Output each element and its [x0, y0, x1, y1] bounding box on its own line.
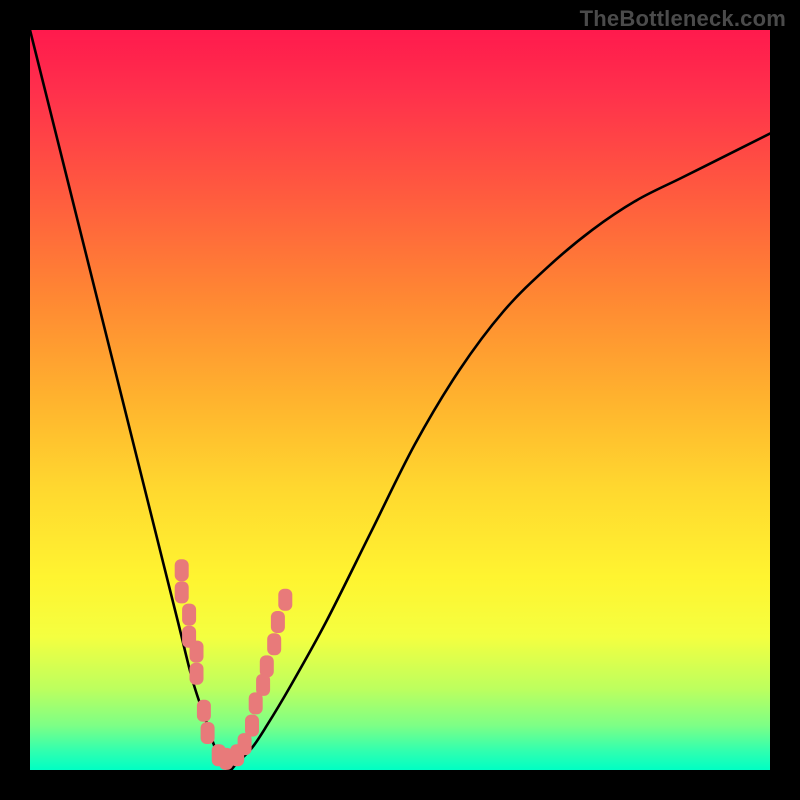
- marker-point: [230, 744, 244, 766]
- marker-point: [249, 692, 263, 714]
- marker-point: [271, 611, 285, 633]
- marker-point: [260, 655, 274, 677]
- marker-point: [278, 589, 292, 611]
- watermark-text: TheBottleneck.com: [580, 6, 786, 32]
- marker-point: [190, 663, 204, 685]
- marker-point: [190, 641, 204, 663]
- marker-point: [201, 722, 215, 744]
- plot-area: [30, 30, 770, 770]
- marker-point: [182, 626, 196, 648]
- marker-point: [175, 559, 189, 581]
- curve-layer: [30, 30, 770, 770]
- marker-point: [256, 674, 270, 696]
- marker-point: [175, 581, 189, 603]
- marker-point: [182, 604, 196, 626]
- marker-point: [219, 748, 233, 770]
- marker-point: [238, 733, 252, 755]
- bottleneck-curve-path: [30, 30, 770, 770]
- curve-markers: [175, 559, 293, 770]
- marker-point: [267, 633, 281, 655]
- marker-point: [245, 715, 259, 737]
- chart-frame: TheBottleneck.com: [0, 0, 800, 800]
- bottleneck-curve: [30, 30, 770, 770]
- marker-point: [197, 700, 211, 722]
- marker-point: [212, 744, 226, 766]
